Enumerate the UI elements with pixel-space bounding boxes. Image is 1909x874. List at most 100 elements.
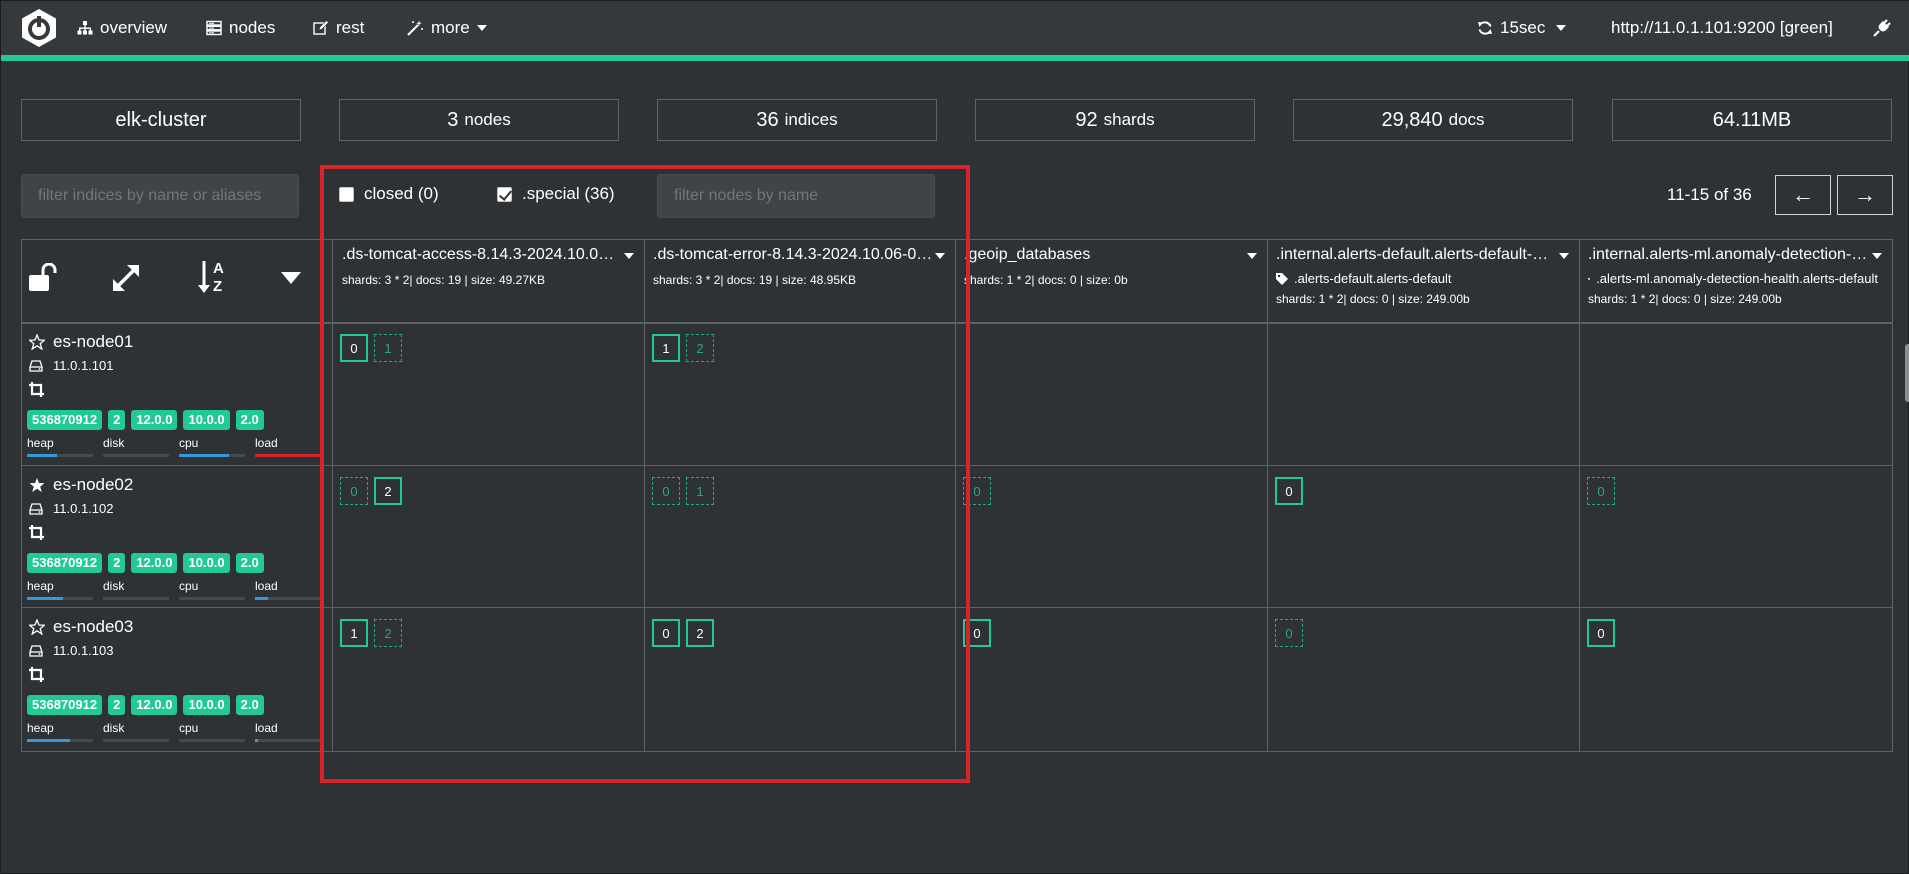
disconnect-button[interactable] [1873, 17, 1891, 39]
node-stat-badge: 2.0 [235, 695, 264, 715]
index-alias-label: .alerts-default.alerts-default [1294, 271, 1452, 286]
metric-label-cpu: cpu [179, 436, 199, 450]
crop-icon[interactable] [29, 382, 44, 397]
shard-number: 0 [973, 625, 981, 641]
caret-down-icon [1556, 25, 1567, 31]
refresh-interval-dropdown[interactable]: 15sec [1477, 17, 1567, 39]
primary-shard[interactable]: 0 [652, 619, 680, 647]
grid-divider [21, 465, 1893, 466]
index-alias: .alerts-ml.anomaly-detection-health.aler… [1588, 271, 1878, 286]
filter-indices-input[interactable] [21, 174, 299, 218]
metric-bar-disk [103, 454, 169, 457]
nav-more-label: more [431, 18, 470, 37]
replica-shard[interactable]: 1 [374, 334, 402, 362]
metric-bar-cpu [179, 597, 245, 600]
caret-down-icon[interactable] [624, 253, 634, 259]
expand-icon[interactable] [111, 263, 141, 293]
primary-shard[interactable]: 0 [963, 619, 991, 647]
node-stat-badge: 536870912 [27, 410, 103, 430]
metric-bar-fill [27, 739, 70, 742]
metric-label-heap: heap [27, 436, 54, 450]
replica-shard[interactable]: 0 [1587, 477, 1615, 505]
filter-nodes-input[interactable] [657, 174, 935, 218]
special-indices-toggle[interactable]: .special (36) [497, 184, 615, 204]
replica-shard[interactable]: 0 [963, 477, 991, 505]
index-name[interactable]: .internal.alerts-ml.anomaly-detection-he… [1588, 245, 1868, 265]
primary-shard[interactable]: 2 [686, 619, 714, 647]
index-meta: shards: 1 * 2| docs: 0 | size: 0b [964, 273, 1128, 287]
plug-icon [1873, 19, 1891, 37]
docs-count: 29,840 [1381, 108, 1443, 131]
caret-down-icon[interactable] [1559, 253, 1569, 259]
index-header[interactable]: .ds-tomcat-access-8.14.3-2024.10.06-0000… [334, 245, 644, 321]
node-actions[interactable] [29, 382, 44, 402]
index-name[interactable]: .internal.alerts-default.alerts-default-… [1276, 245, 1556, 265]
node-actions[interactable] [29, 667, 44, 687]
caret-down-icon[interactable] [281, 272, 301, 284]
sort-alpha-icon[interactable]: A Z [197, 257, 229, 295]
primary-shard[interactable]: 0 [1275, 477, 1303, 505]
special-checkbox[interactable] [497, 186, 512, 202]
metric-bar-fill [255, 597, 268, 600]
metric-label-disk: disk [103, 721, 125, 735]
shard-number: 0 [1285, 625, 1293, 641]
index-name[interactable]: .geoip_databases [964, 245, 1244, 265]
index-header[interactable]: .internal.alerts-ml.anomaly-detection-he… [1580, 245, 1892, 321]
tag-icon [1588, 277, 1591, 280]
index-header[interactable]: .geoip_databases shards: 1 * 2| docs: 0 … [956, 245, 1267, 321]
node-name[interactable]: es-node03 [29, 617, 133, 637]
primary-shard[interactable]: 1 [340, 619, 368, 647]
next-page-button[interactable]: → [1837, 175, 1893, 215]
node-stat-badge: 2 [108, 410, 126, 430]
caret-down-icon[interactable] [1872, 253, 1882, 259]
replica-shard[interactable]: 2 [686, 334, 714, 362]
nav-rest[interactable]: rest [313, 17, 364, 39]
cerebro-logo-icon[interactable] [19, 8, 59, 48]
node-cell: es-node02 11.0.1.102 536870912 2 12.0.0 10.0.… [27, 467, 327, 607]
node-stat-badge: 12.0.0 [131, 695, 178, 715]
primary-shard[interactable]: 0 [1587, 619, 1615, 647]
replica-shard[interactable]: 1 [686, 477, 714, 505]
refresh-interval-label: 15sec [1500, 18, 1546, 37]
previous-page-button[interactable]: ← [1775, 175, 1831, 215]
metric-bar-load [255, 597, 321, 600]
metric-label-disk: disk [103, 579, 125, 593]
closed-checkbox[interactable] [339, 186, 354, 202]
index-alias: .alerts-default.alerts-default [1276, 271, 1566, 286]
replica-shard[interactable]: 0 [652, 477, 680, 505]
cluster-name-stat: elk-cluster [21, 99, 301, 141]
primary-shard[interactable]: 0 [340, 334, 368, 362]
node-name[interactable]: es-node01 [29, 332, 133, 352]
connection-url[interactable]: http://11.0.1.101:9200 [green] [1611, 17, 1833, 39]
shard-number: 1 [384, 340, 392, 356]
unlock-icon[interactable] [27, 263, 59, 293]
node-actions[interactable] [29, 525, 44, 545]
crop-icon[interactable] [29, 667, 44, 682]
caret-down-icon[interactable] [1247, 253, 1257, 259]
primary-shard[interactable]: 2 [374, 477, 402, 505]
shard-number: 0 [1285, 483, 1293, 499]
replica-shard[interactable]: 0 [1275, 619, 1303, 647]
node-name[interactable]: es-node02 [29, 475, 133, 495]
nav-nodes[interactable]: nodes [206, 17, 275, 39]
shards-count: 92 [1075, 108, 1098, 131]
primary-shard[interactable]: 1 [652, 334, 680, 362]
master-star-icon [29, 478, 45, 492]
index-header[interactable]: .ds-tomcat-error-8.14.3-2024.10.06-00000… [645, 245, 955, 321]
index-name[interactable]: .ds-tomcat-error-8.14.3-2024.10.06-00000… [653, 245, 933, 265]
node-ip-label: 11.0.1.102 [53, 501, 114, 516]
replica-shard[interactable]: 2 [374, 619, 402, 647]
nav-overview[interactable]: overview [77, 17, 167, 39]
closed-indices-toggle[interactable]: closed (0) [339, 184, 439, 204]
replica-shard[interactable]: 0 [340, 477, 368, 505]
index-name[interactable]: .ds-tomcat-access-8.14.3-2024.10.06-0000… [342, 245, 622, 265]
nav-more-dropdown[interactable]: more [406, 17, 487, 39]
node-stat-badge: 12.0.0 [131, 410, 178, 430]
node-cell: es-node03 11.0.1.103 536870912 2 12.0.0 10.0.… [27, 609, 327, 749]
crop-icon[interactable] [29, 525, 44, 540]
node-stat-badge: 10.0.0 [183, 553, 230, 573]
docs-unit: docs [1448, 110, 1485, 129]
side-scroll-tab[interactable] [1905, 344, 1909, 402]
index-header[interactable]: .internal.alerts-default.alerts-default-… [1268, 245, 1579, 321]
caret-down-icon[interactable] [935, 253, 945, 259]
